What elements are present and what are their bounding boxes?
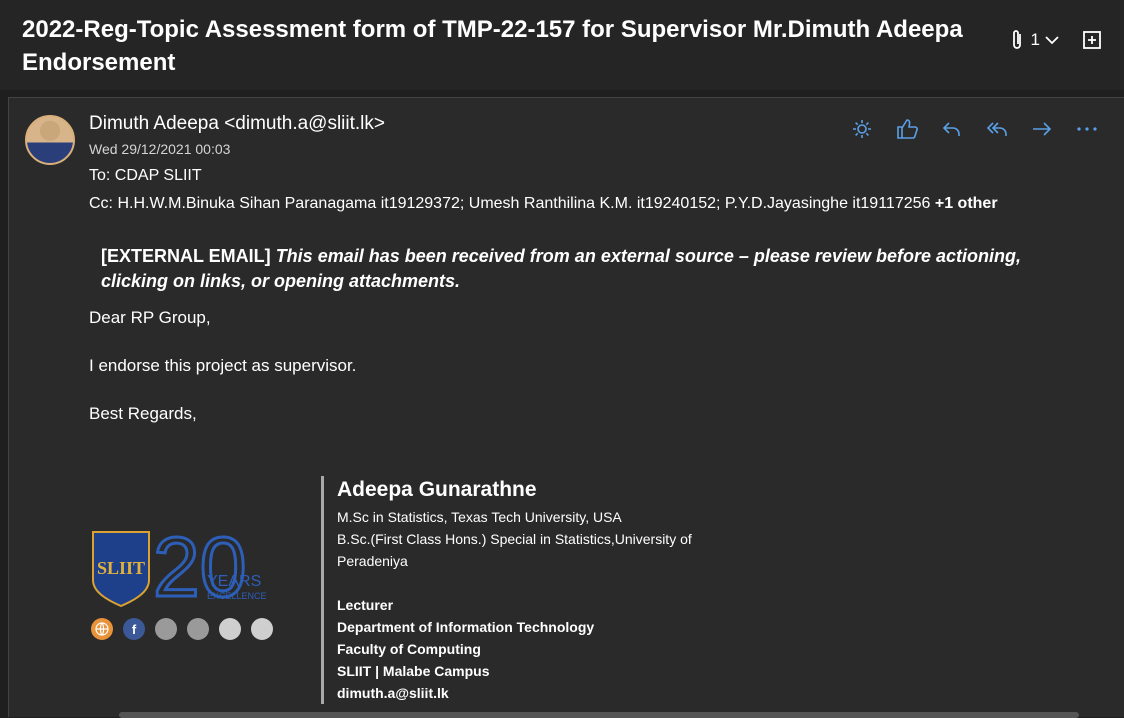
horizontal-scrollbar[interactable]	[119, 712, 1079, 718]
avatar[interactable]	[25, 115, 75, 165]
subject-bar: 2022-Reg-Topic Assessment form of TMP-22…	[0, 0, 1124, 90]
signature-title: Lecturer	[337, 597, 394, 613]
reply-all-icon[interactable]	[984, 118, 1010, 140]
external-tag: [EXTERNAL EMAIL]	[101, 246, 271, 266]
social-icon[interactable]	[251, 618, 273, 640]
logo-years: YEARS	[207, 573, 261, 590]
thumbs-up-icon[interactable]	[894, 118, 920, 140]
email-subject: 2022-Reg-Topic Assessment form of TMP-22…	[22, 16, 963, 76]
logo-text: SLIIT	[97, 558, 145, 578]
date: Wed 29/12/2021 00:03	[89, 141, 231, 157]
to-recipient[interactable]: CDAP SLIIT	[115, 167, 202, 184]
more-icon[interactable]	[1074, 118, 1100, 140]
cc-recipients[interactable]: H.H.W.M.Binuka Sihan Paranagama it191293…	[117, 195, 930, 212]
logo-excellence: EXCELLENCE	[207, 591, 267, 601]
sun-icon[interactable]	[849, 118, 875, 140]
signature-divider	[321, 476, 324, 704]
sliit-20-years-logo: SLIIT 20 YEARS EXCELLENCE	[91, 519, 281, 616]
paperclip-icon[interactable]	[1009, 28, 1025, 52]
social-icon[interactable]	[219, 618, 241, 640]
external-email-warning: [EXTERNAL EMAIL] This email has been rec…	[101, 244, 1061, 294]
greeting: Dear RP Group,	[89, 308, 211, 327]
qualification-2: B.Sc.(First Class Hons.) Special in Stat…	[337, 531, 692, 569]
closing: Best Regards,	[89, 404, 197, 423]
body-text: I endorse this project as supervisor.	[89, 356, 357, 375]
chevron-down-icon[interactable]	[1044, 28, 1060, 52]
cc-more-link[interactable]: +1 other	[935, 195, 998, 212]
to-line: To: CDAP SLIIT	[89, 167, 202, 185]
to-label: To:	[89, 167, 111, 184]
signature-department: Department of Information Technology	[337, 619, 595, 635]
attachment-count[interactable]: 1	[1031, 30, 1040, 50]
message-pane: Dimuth Adeepa <dimuth.a@sliit.lk> Wed 29…	[8, 97, 1124, 718]
signature-email[interactable]: dimuth.a@sliit.lk	[337, 682, 594, 704]
signature-qualifications: M.Sc in Statistics, Texas Tech Universit…	[337, 506, 727, 572]
signature-campus: SLIIT | Malabe Campus	[337, 663, 490, 679]
social-links: f	[91, 618, 273, 640]
globe-icon[interactable]	[91, 618, 113, 640]
reply-icon[interactable]	[939, 118, 965, 140]
qualification-1: M.Sc in Statistics, Texas Tech Universit…	[337, 509, 622, 525]
signature-details: Lecturer Department of Information Techn…	[337, 594, 594, 704]
signature-faculty: Faculty of Computing	[337, 641, 481, 657]
sender[interactable]: Dimuth Adeepa <dimuth.a@sliit.lk>	[89, 113, 385, 135]
cc-label: Cc:	[89, 195, 113, 212]
signature-name: Adeepa Gunarathne	[337, 478, 537, 501]
forward-icon[interactable]	[1029, 118, 1055, 140]
social-icon[interactable]	[187, 618, 209, 640]
message-actions	[849, 118, 1100, 140]
facebook-icon[interactable]: f	[123, 618, 145, 640]
cc-line: Cc: H.H.W.M.Binuka Sihan Paranagama it19…	[89, 195, 998, 213]
subject-tools: 1	[1009, 28, 1102, 52]
open-window-icon[interactable]	[1082, 30, 1102, 50]
social-icon[interactable]	[155, 618, 177, 640]
